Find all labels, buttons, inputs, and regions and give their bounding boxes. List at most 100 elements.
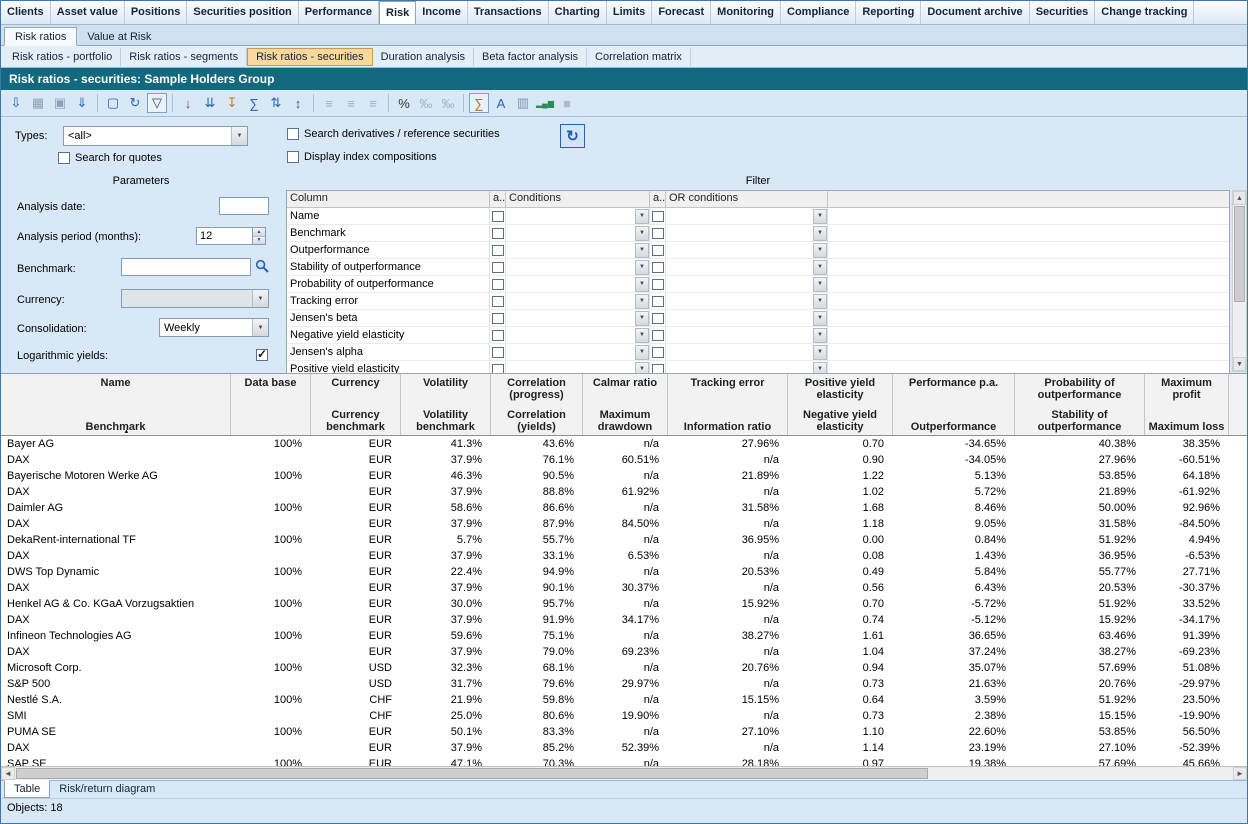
menu-item-charting[interactable]: Charting — [549, 1, 607, 24]
chevron-down-icon[interactable]: ▼ — [813, 311, 827, 326]
subtotals-icon[interactable]: ∑ — [244, 93, 264, 113]
logarithmic-yields-checkbox[interactable] — [256, 349, 268, 361]
filter-or-conditions-select[interactable]: ▼ — [666, 209, 827, 224]
chevron-down-icon[interactable]: ▼ — [635, 277, 649, 292]
scroll-left-icon[interactable]: ◄ — [1, 767, 15, 780]
sort-descending-icon[interactable]: ↕ — [288, 93, 308, 113]
hscrollbar-thumb[interactable] — [16, 768, 928, 779]
font-icon[interactable]: A — [491, 93, 511, 113]
filter-and-checkbox[interactable] — [492, 330, 504, 341]
menu-item-document-archive[interactable]: Document archive — [921, 1, 1029, 24]
column-header-positive-yield-elasticity[interactable]: Positive yield elasticityNegative yield … — [788, 374, 893, 435]
chevron-down-icon[interactable]: ▼ — [635, 345, 649, 360]
chevron-down-icon[interactable]: ▼ — [813, 243, 827, 258]
horizontal-scrollbar[interactable]: ◄ ► — [1, 766, 1247, 780]
currency-select[interactable]: ▼ — [121, 289, 269, 308]
chevron-down-icon[interactable]: ▼ — [635, 226, 649, 241]
filter-conditions-select[interactable]: ▼ — [506, 328, 649, 343]
filter-and-checkbox[interactable] — [492, 228, 504, 239]
chevron-down-icon[interactable]: ▼ — [635, 311, 649, 326]
tab-value-at-risk[interactable]: Value at Risk — [77, 28, 161, 45]
drilldown-icon[interactable]: ↓ — [178, 93, 198, 113]
analysis-period-input[interactable] — [196, 227, 253, 245]
benchmark-row[interactable]: DAXEUR37.9%87.9%84.50%n/a1.189.05%31.58%… — [1, 516, 1247, 532]
scrollbar-thumb[interactable] — [1234, 206, 1245, 302]
security-row[interactable]: Bayerische Motoren Werke AG100%EUR46.3%9… — [1, 468, 1247, 484]
chevron-down-icon[interactable]: ▼ — [813, 328, 827, 343]
types-select[interactable]: <all> ▼ — [63, 126, 248, 146]
filter-or-checkbox[interactable] — [652, 211, 664, 222]
filter-or-conditions-select[interactable]: ▼ — [666, 226, 827, 241]
save-table-icon[interactable]: ⇓ — [72, 93, 92, 113]
column-header-volatility[interactable]: VolatilityVolatility benchmark — [401, 374, 491, 435]
security-row[interactable]: SAP SE100%EUR47.1%70.3%n/a28.18%0.9719.3… — [1, 756, 1247, 766]
new-window-icon[interactable]: ▢ — [103, 93, 123, 113]
column-header-probability-of-outperformance[interactable]: Probability of outperformanceStability o… — [1015, 374, 1145, 435]
menu-item-reporting[interactable]: Reporting — [856, 1, 921, 24]
filter-or-checkbox[interactable] — [652, 347, 664, 358]
menu-item-change-tracking[interactable]: Change tracking — [1095, 1, 1194, 24]
chevron-down-icon[interactable]: ▼ — [635, 294, 649, 309]
menu-item-securities-position[interactable]: Securities position — [187, 1, 298, 24]
chevron-down-icon[interactable]: ▼ — [252, 319, 268, 336]
filter-or-checkbox[interactable] — [652, 279, 664, 290]
column-header-data-base[interactable]: Data base — [231, 374, 311, 435]
tab-beta-factor-analysis[interactable]: Beta factor analysis — [474, 48, 587, 66]
chevron-down-icon[interactable]: ▼ — [813, 294, 827, 309]
filter-conditions-select[interactable]: ▼ — [506, 209, 649, 224]
filter-or-conditions-select[interactable]: ▼ — [666, 260, 827, 275]
chevron-down-icon[interactable]: ▼ — [635, 328, 649, 343]
tab-correlation-matrix[interactable]: Correlation matrix — [587, 48, 691, 66]
export-icon[interactable]: ⇩ — [6, 93, 26, 113]
sum-icon[interactable]: ∑ — [469, 93, 489, 113]
column-header-performance-p-a[interactable]: Performance p.a.Outperformance — [893, 374, 1015, 435]
menu-item-forecast[interactable]: Forecast — [652, 1, 711, 24]
filter-or-conditions-select[interactable]: ▼ — [666, 345, 827, 360]
chevron-down-icon[interactable]: ▼ — [813, 345, 827, 360]
benchmark-row[interactable]: SMICHF25.0%80.6%19.90%n/a0.732.38%15.15%… — [1, 708, 1247, 724]
tab-risk-ratios-securities[interactable]: Risk ratios - securities — [247, 48, 373, 66]
filter-or-conditions-select[interactable]: ▼ — [666, 277, 827, 292]
menu-item-risk[interactable]: Risk — [379, 1, 416, 24]
filter-conditions-select[interactable]: ▼ — [506, 294, 649, 309]
security-row[interactable]: Infineon Technologies AG100%EUR59.6%75.1… — [1, 628, 1247, 644]
chevron-down-icon[interactable]: ▼ — [231, 127, 247, 145]
display-index-checkbox[interactable] — [287, 151, 299, 163]
benchmark-row[interactable]: DAXEUR37.9%91.9%34.17%n/a0.74-5.12%15.92… — [1, 612, 1247, 628]
analysis-date-input[interactable] — [219, 197, 269, 215]
filter-and-checkbox[interactable] — [492, 245, 504, 256]
filter-and-checkbox[interactable] — [492, 364, 504, 374]
filter-conditions-select[interactable]: ▼ — [506, 226, 649, 241]
menu-item-compliance[interactable]: Compliance — [781, 1, 856, 24]
security-row[interactable]: Microsoft Corp.100%USD32.3%68.1%n/a20.76… — [1, 660, 1247, 676]
refresh-button[interactable]: ↻ — [560, 124, 585, 148]
menu-item-monitoring[interactable]: Monitoring — [711, 1, 781, 24]
filter-or-conditions-select[interactable]: ▼ — [666, 328, 827, 343]
menu-item-clients[interactable]: Clients — [1, 1, 51, 24]
column-header-name[interactable]: NameBenchmark▴ — [1, 374, 231, 435]
benchmark-search-button[interactable] — [253, 257, 271, 275]
filter-conditions-select[interactable]: ▼ — [506, 277, 649, 292]
security-row[interactable]: Daimler AG100%EUR58.6%86.6%n/a31.58%1.68… — [1, 500, 1247, 516]
chart-icon[interactable]: ▂▄▆ — [535, 93, 555, 113]
filter-and-checkbox[interactable] — [492, 296, 504, 307]
benchmark-row[interactable]: S&P 500USD31.7%79.6%29.97%n/a0.7321.63%2… — [1, 676, 1247, 692]
filter-or-conditions-select[interactable]: ▼ — [666, 362, 827, 374]
menu-item-securities[interactable]: Securities — [1030, 1, 1096, 24]
benchmark-input[interactable] — [121, 258, 251, 276]
chevron-down-icon[interactable]: ▼ — [813, 226, 827, 241]
analysis-period-spinner[interactable]: ▲ ▼ — [253, 227, 266, 245]
chevron-down-icon[interactable]: ▼ — [813, 362, 827, 374]
column-header-correlation-progress[interactable]: Correlation (progress)Correlation (yield… — [491, 374, 583, 435]
scroll-down-icon[interactable]: ▼ — [1233, 357, 1246, 371]
security-row[interactable]: Bayer AG100%EUR41.3%43.6%n/a27.96%0.70-3… — [1, 436, 1247, 452]
filter-scrollbar[interactable]: ▲ ▼ — [1232, 190, 1247, 372]
chevron-down-icon[interactable]: ▼ — [635, 209, 649, 224]
filter-and-checkbox[interactable] — [492, 211, 504, 222]
expand-all-icon[interactable]: ⇊ — [200, 93, 220, 113]
tab-duration-analysis[interactable]: Duration analysis — [373, 48, 474, 66]
benchmark-row[interactable]: DAXEUR37.9%79.0%69.23%n/a1.0437.24%38.27… — [1, 644, 1247, 660]
column-header-tracking-error[interactable]: Tracking errorInformation ratio — [668, 374, 788, 435]
consolidation-select[interactable]: Weekly ▼ — [159, 318, 269, 337]
security-row[interactable]: Henkel AG & Co. KGaA Vorzugsaktien100%EU… — [1, 596, 1247, 612]
